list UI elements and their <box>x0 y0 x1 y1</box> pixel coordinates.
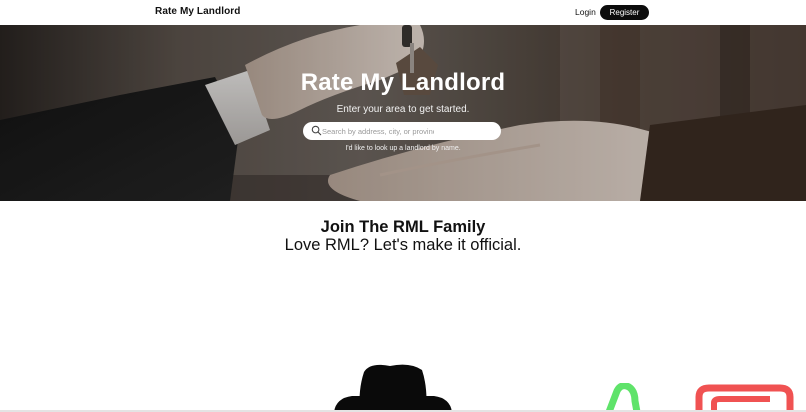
hero-title: Rate My Landlord <box>300 69 506 96</box>
green-shape-illustration <box>605 383 641 412</box>
top-nav: Rate My Landlord Login Register <box>0 0 806 25</box>
login-link[interactable]: Login <box>575 7 596 17</box>
search-bar[interactable] <box>303 122 501 140</box>
register-button[interactable]: Register <box>600 5 649 20</box>
search-icon <box>311 125 322 136</box>
brand-logo-link[interactable]: Rate My Landlord <box>155 6 241 17</box>
hat-illustration <box>334 364 452 412</box>
hero-subtitle: Enter your area to get started. <box>336 104 470 115</box>
search-input[interactable] <box>322 124 434 138</box>
join-title: Join The RML Family <box>320 218 486 236</box>
hero-banner: Rate My Landlord Enter your area to get … <box>0 25 806 201</box>
lookup-landlord-by-name-link[interactable]: I'd like to look up a landlord by name. <box>0 145 806 152</box>
red-shape-illustration <box>695 384 794 412</box>
page: Rate My Landlord Login Register Rate My … <box>0 0 806 412</box>
join-subtitle: Love RML? Let's make it official. <box>284 236 522 254</box>
